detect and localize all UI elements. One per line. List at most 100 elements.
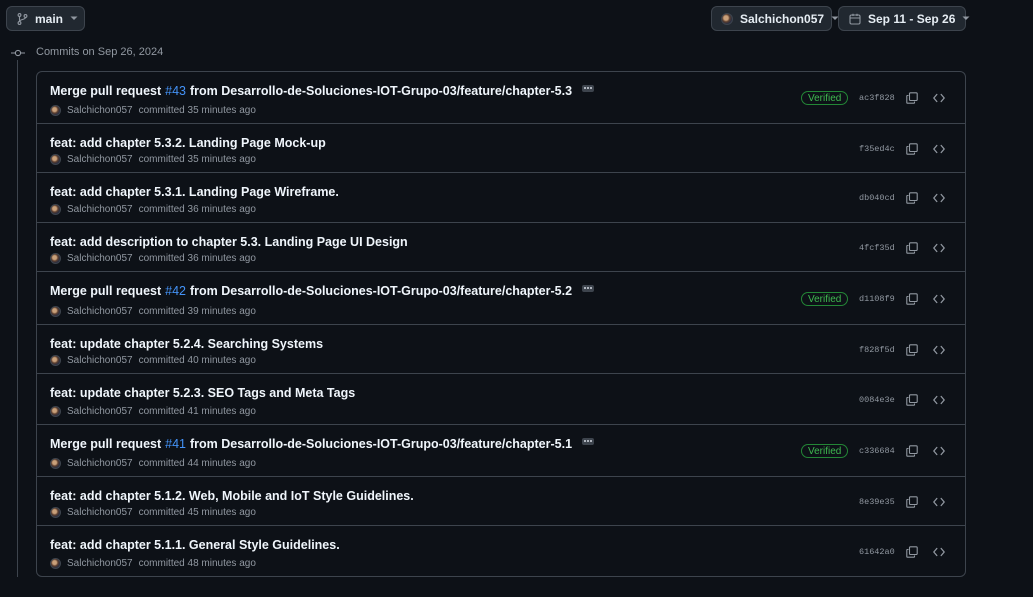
commit-author[interactable]: Salchichon057 bbox=[67, 154, 133, 165]
commit-sha[interactable]: f35ed4c bbox=[859, 144, 895, 154]
commit-meta: Salchichon057 committed 41 minutes ago bbox=[50, 406, 256, 417]
code-icon[interactable] bbox=[932, 393, 946, 407]
copy-icon[interactable] bbox=[905, 91, 919, 105]
commit-message[interactable]: Merge pull request #43 from Desarrollo-de-… bbox=[50, 84, 595, 98]
commit-time: committed 36 minutes ago bbox=[138, 204, 256, 215]
avatar[interactable] bbox=[50, 355, 61, 366]
copy-icon[interactable] bbox=[905, 191, 919, 205]
commit-author[interactable]: Salchichon057 bbox=[67, 406, 133, 417]
commit-message[interactable]: feat: add chapter 5.3.2. Landing Page Mo… bbox=[50, 136, 326, 150]
commit-message[interactable]: feat: add chapter 5.1.2. Web, Mobile and… bbox=[50, 489, 414, 503]
code-icon[interactable] bbox=[932, 545, 946, 559]
code-icon[interactable] bbox=[932, 91, 946, 105]
commit-time: committed 48 minutes ago bbox=[138, 558, 256, 569]
commit-sha[interactable]: c336684 bbox=[859, 446, 895, 456]
commit-meta: Salchichon057 committed 35 minutes ago bbox=[50, 154, 256, 165]
commit-time: committed 35 minutes ago bbox=[138, 105, 256, 116]
commit-sha[interactable]: d1108f9 bbox=[859, 294, 895, 304]
avatar[interactable] bbox=[50, 204, 61, 215]
commit-message-suffix[interactable]: from Desarrollo-de-Soluciones-IOT-Grupo-… bbox=[190, 284, 572, 298]
commit-meta: Salchichon057 committed 35 minutes ago bbox=[50, 105, 256, 116]
commit-author[interactable]: Salchichon057 bbox=[67, 507, 133, 518]
code-icon[interactable] bbox=[932, 495, 946, 509]
commit-message-link[interactable]: feat: add chapter 5.3.2. Landing Page Mo… bbox=[50, 136, 326, 150]
chevron-down-icon bbox=[70, 15, 78, 23]
commit-message-link[interactable]: feat: add chapter 5.1.2. Web, Mobile and… bbox=[50, 489, 414, 503]
code-icon[interactable] bbox=[932, 241, 946, 255]
commit-time: committed 45 minutes ago bbox=[138, 507, 256, 518]
commit-message[interactable]: Merge pull request #42 from Desarrollo-de-… bbox=[50, 284, 595, 298]
ellipsis-icon[interactable] bbox=[582, 284, 595, 292]
commit-row: feat: update chapter 5.2.3. SEO Tags and… bbox=[37, 374, 965, 425]
commit-author[interactable]: Salchichon057 bbox=[67, 253, 133, 264]
avatar[interactable] bbox=[50, 507, 61, 518]
copy-icon[interactable] bbox=[905, 241, 919, 255]
commit-message-suffix[interactable]: from Desarrollo-de-Soluciones-IOT-Grupo-… bbox=[190, 437, 572, 451]
copy-icon[interactable] bbox=[905, 343, 919, 357]
pull-request-link[interactable]: #43 bbox=[165, 84, 186, 98]
avatar[interactable] bbox=[50, 105, 61, 116]
copy-icon[interactable] bbox=[905, 495, 919, 509]
commit-message[interactable]: feat: add chapter 5.3.1. Landing Page Wi… bbox=[50, 185, 339, 199]
commit-message[interactable]: feat: update chapter 5.2.3. SEO Tags and… bbox=[50, 386, 355, 400]
commit-message-link[interactable]: Merge pull request bbox=[50, 284, 161, 298]
commit-sha[interactable]: 8e39e35 bbox=[859, 497, 895, 507]
pull-request-link[interactable]: #41 bbox=[165, 437, 186, 451]
copy-icon[interactable] bbox=[905, 444, 919, 458]
author-filter-button[interactable]: Salchichon057 bbox=[711, 6, 839, 31]
commit-row: feat: add chapter 5.3.1. Landing Page Wi… bbox=[37, 173, 965, 223]
commit-meta: Salchichon057 committed 48 minutes ago bbox=[50, 558, 256, 569]
commit-message-link[interactable]: feat: add chapter 5.3.1. Landing Page Wi… bbox=[50, 185, 339, 199]
copy-icon[interactable] bbox=[905, 292, 919, 306]
commit-message-suffix[interactable]: from Desarrollo-de-Soluciones-IOT-Grupo-… bbox=[190, 84, 572, 98]
commit-sha[interactable]: 0084e3e bbox=[859, 395, 895, 405]
branch-selector-button[interactable]: main bbox=[6, 6, 85, 31]
code-icon[interactable] bbox=[932, 142, 946, 156]
avatar[interactable] bbox=[50, 406, 61, 417]
code-icon[interactable] bbox=[932, 292, 946, 306]
commit-sha[interactable]: ac3f828 bbox=[859, 93, 895, 103]
commit-author[interactable]: Salchichon057 bbox=[67, 458, 133, 469]
commit-sha[interactable]: f828f5d bbox=[859, 345, 895, 355]
avatar[interactable] bbox=[50, 253, 61, 264]
commit-message[interactable]: feat: add chapter 5.1.1. General Style G… bbox=[50, 538, 340, 552]
commit-message-link[interactable]: Merge pull request bbox=[50, 84, 161, 98]
commit-author[interactable]: Salchichon057 bbox=[67, 355, 133, 366]
commit-sha[interactable]: 61642a0 bbox=[859, 547, 895, 557]
commit-message-link[interactable]: Merge pull request bbox=[50, 437, 161, 451]
commit-message[interactable]: feat: add description to chapter 5.3. La… bbox=[50, 235, 408, 249]
commit-message[interactable]: feat: update chapter 5.2.4. Searching Sy… bbox=[50, 337, 323, 351]
branch-label: main bbox=[35, 11, 64, 26]
code-icon[interactable] bbox=[932, 444, 946, 458]
ellipsis-icon[interactable] bbox=[582, 84, 595, 92]
commit-sha[interactable]: 4fcf35d bbox=[859, 243, 895, 253]
commit-message-link[interactable]: feat: add chapter 5.1.1. General Style G… bbox=[50, 538, 340, 552]
commit-meta: Salchichon057 committed 44 minutes ago bbox=[50, 458, 256, 469]
copy-icon[interactable] bbox=[905, 142, 919, 156]
commit-message-link[interactable]: feat: add description to chapter 5.3. La… bbox=[50, 235, 408, 249]
commit-time: committed 41 minutes ago bbox=[138, 406, 256, 417]
commit-sha[interactable]: db040cd bbox=[859, 193, 895, 203]
commit-author[interactable]: Salchichon057 bbox=[67, 204, 133, 215]
ellipsis-icon[interactable] bbox=[582, 437, 595, 445]
date-range-button[interactable]: Sep 11 - Sep 26 bbox=[838, 6, 970, 31]
commits-toolbar: main Salchichon057 Sep 11 - Sep 26 bbox=[6, 6, 970, 31]
avatar[interactable] bbox=[50, 458, 61, 469]
commit-author[interactable]: Salchichon057 bbox=[67, 306, 133, 317]
code-icon[interactable] bbox=[932, 343, 946, 357]
commit-message-link[interactable]: feat: update chapter 5.2.3. SEO Tags and… bbox=[50, 386, 355, 400]
code-icon[interactable] bbox=[932, 191, 946, 205]
commit-message[interactable]: Merge pull request #41 from Desarrollo-de-… bbox=[50, 437, 595, 451]
commit-author[interactable]: Salchichon057 bbox=[67, 558, 133, 569]
copy-icon[interactable] bbox=[905, 393, 919, 407]
verified-badge[interactable]: Verified bbox=[801, 91, 849, 105]
avatar[interactable] bbox=[50, 558, 61, 569]
verified-badge[interactable]: Verified bbox=[801, 292, 849, 306]
avatar[interactable] bbox=[50, 154, 61, 165]
avatar[interactable] bbox=[50, 306, 61, 317]
commit-author[interactable]: Salchichon057 bbox=[67, 105, 133, 116]
commit-message-link[interactable]: feat: update chapter 5.2.4. Searching Sy… bbox=[50, 337, 323, 351]
pull-request-link[interactable]: #42 bbox=[165, 284, 186, 298]
copy-icon[interactable] bbox=[905, 545, 919, 559]
verified-badge[interactable]: Verified bbox=[801, 444, 849, 458]
